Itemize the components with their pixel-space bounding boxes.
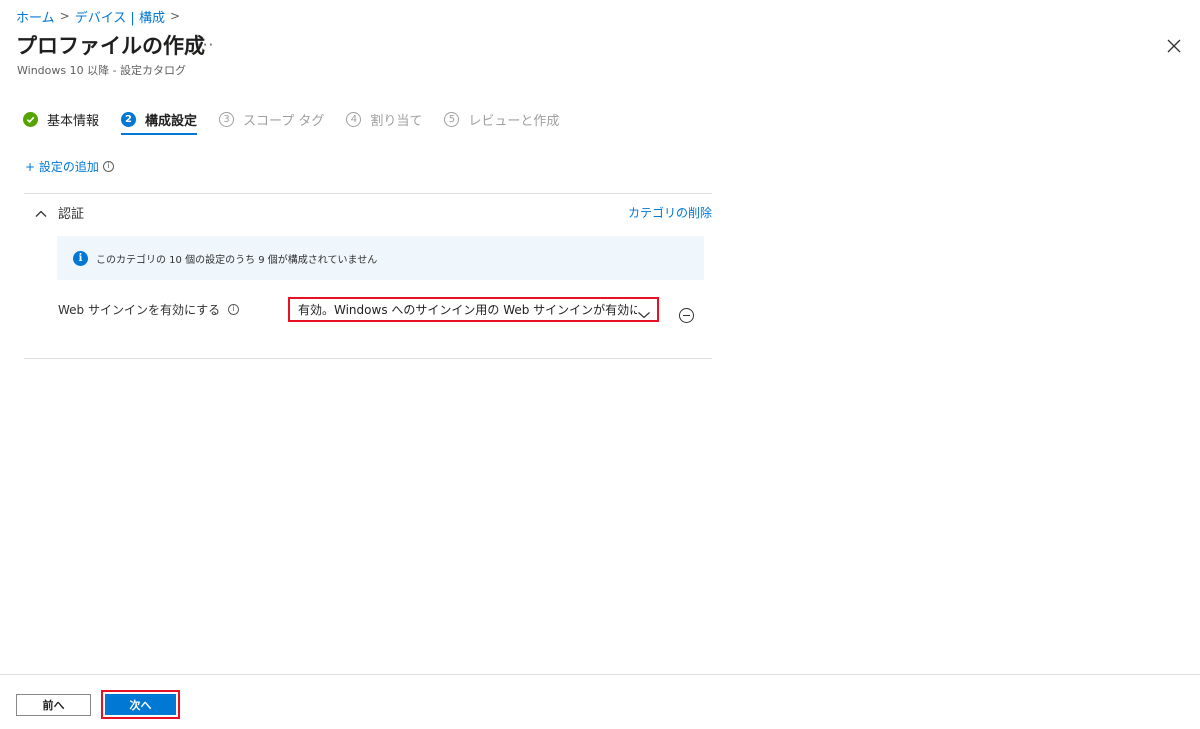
category-title: 認証 [58, 207, 85, 222]
step-label: スコープ タグ [243, 113, 325, 129]
web-signin-dropdown[interactable]: 有効。Windows へのサインイン用の Web サインインが有効になる [288, 297, 659, 322]
step-configuration-settings[interactable]: 2 構成設定 [121, 108, 198, 135]
step-label: 割り当て [370, 113, 423, 129]
breadcrumb-separator-icon: > [59, 9, 70, 23]
info-banner-text: このカテゴリの 10 個の設定のうち 9 個が構成されていません [96, 254, 378, 266]
step-basics[interactable]: 基本情報 [23, 108, 99, 130]
step-number-icon: 3 [219, 111, 235, 127]
next-button[interactable]: 次へ [105, 694, 176, 715]
step-scope-tags[interactable]: 3 スコープ タグ [219, 108, 324, 130]
info-banner: i このカテゴリの 10 個の設定のうち 9 個が構成されていません [57, 236, 704, 280]
next-button-highlight: 次へ [101, 690, 180, 719]
more-options-icon[interactable]: ··· [197, 36, 214, 54]
page-subtitle: Windows 10 以降 - 設定カタログ [17, 64, 187, 77]
divider [24, 358, 712, 359]
chevron-down-icon [637, 305, 651, 318]
breadcrumb-home-link[interactable]: ホーム [16, 7, 55, 26]
dropdown-value: 有効。Windows へのサインイン用の Web サインインが有効になる [298, 303, 637, 317]
breadcrumb: ホーム > デバイス | 構成 > [16, 6, 185, 26]
divider [24, 193, 712, 194]
minus-bar [683, 314, 690, 317]
info-icon[interactable]: i [102, 160, 114, 172]
step-label: 構成設定 [145, 113, 198, 129]
footer-divider [0, 674, 1200, 675]
step-number-icon: 2 [121, 111, 137, 127]
add-settings-link[interactable]: + 設定の追加 i [25, 157, 114, 175]
setting-label: Web サインインを有効にする [58, 302, 221, 317]
info-icon[interactable]: i [228, 303, 240, 315]
delete-category-link[interactable]: カテゴリの削除 [628, 204, 712, 221]
add-settings-label: + 設定の追加 [25, 159, 99, 174]
info-icon: i [73, 250, 88, 266]
step-review-create[interactable]: 5 レビューと作成 [444, 108, 559, 130]
remove-setting-icon[interactable] [679, 308, 694, 323]
close-icon[interactable] [1164, 36, 1184, 56]
check-circle-icon [23, 111, 38, 127]
setting-row-label: Web サインインを有効にする i [58, 300, 240, 318]
page-title: プロファイルの作成 [16, 34, 205, 58]
step-label: レビューと作成 [468, 113, 560, 129]
breadcrumb-separator-icon: > [169, 9, 181, 23]
step-label: 基本情報 [47, 113, 100, 129]
step-number-icon: 5 [444, 111, 460, 127]
previous-button[interactable]: 前へ [16, 694, 91, 716]
wizard-steps: 基本情報 2 構成設定 3 スコープ タグ 4 割り当て 5 レビューと作成 [23, 108, 581, 135]
chevron-up-icon[interactable] [34, 205, 48, 217]
step-assignments[interactable]: 4 割り当て [346, 108, 422, 130]
step-number-icon: 4 [346, 111, 362, 127]
breadcrumb-devices-link[interactable]: デバイス | 構成 [75, 7, 165, 26]
